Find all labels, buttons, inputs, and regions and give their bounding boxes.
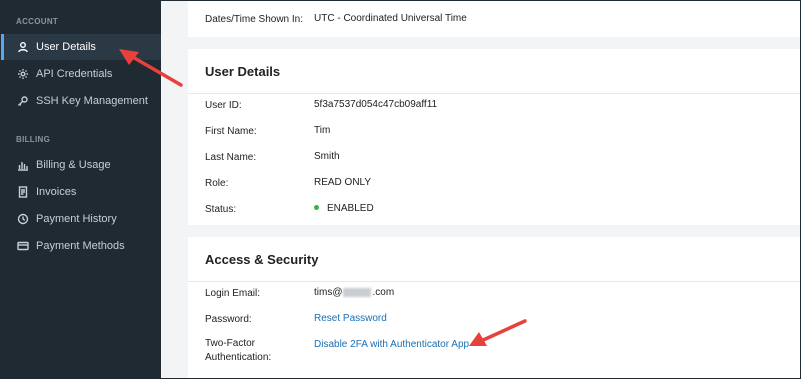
status-text: ENABLED <box>327 203 374 214</box>
sidebar-item-label: API Credentials <box>36 68 113 80</box>
first-name-label: First Name: <box>205 126 257 137</box>
sidebar-item-ssh-key-management[interactable]: SSH Key Management <box>1 88 161 114</box>
gear-icon <box>16 67 30 81</box>
sidebar-section-billing: BILLING <box>16 135 51 144</box>
two-factor-label: Two-Factor Authentication: <box>205 337 305 365</box>
user-details-heading: User Details <box>188 49 800 94</box>
access-security-card: Access & Security Login Email: tims@ .com… <box>188 237 800 378</box>
sidebar-item-label: Payment History <box>36 213 117 225</box>
sidebar-item-payment-history[interactable]: Payment History <box>1 206 161 232</box>
user-icon <box>16 40 30 54</box>
sidebar-item-invoices[interactable]: Invoices <box>1 179 161 205</box>
sidebar-item-billing-usage[interactable]: Billing & Usage <box>1 152 161 178</box>
dates-time-value: UTC - Coordinated Universal Time <box>314 13 467 24</box>
reset-password-link[interactable]: Reset Password <box>314 313 387 324</box>
sidebar-item-label: User Details <box>36 41 96 53</box>
sidebar-item-label: Payment Methods <box>36 240 125 252</box>
status-label: Status: <box>205 204 237 215</box>
annotation-arrow-user-details <box>119 49 183 87</box>
two-factor-label-line2: Authentication: <box>205 352 272 363</box>
status-value: ENABLED <box>314 203 374 214</box>
preferences-card: Dates/Time Shown In: UTC - Coordinated U… <box>188 1 800 37</box>
app-window: ACCOUNT User Details API Credentials SSH… <box>0 0 801 379</box>
bar-chart-icon <box>16 158 30 172</box>
disable-2fa-link[interactable]: Disable 2FA with Authenticator App <box>314 339 469 350</box>
annotation-arrow-2fa <box>469 319 527 346</box>
two-factor-label-line1: Two-Factor <box>205 338 256 349</box>
sidebar-section-account: ACCOUNT <box>16 17 59 26</box>
password-label: Password: <box>205 314 252 325</box>
login-email-suffix: .com <box>372 287 395 298</box>
redacted-email-domain <box>343 287 372 297</box>
key-icon <box>16 94 30 108</box>
access-security-heading: Access & Security <box>188 237 800 282</box>
role-label: Role: <box>205 178 229 189</box>
role-value: READ ONLY <box>314 177 372 188</box>
last-name-value: Smith <box>314 151 340 162</box>
login-email-prefix: tims@ <box>314 287 343 298</box>
dates-time-label: Dates/Time Shown In: <box>205 14 304 25</box>
sidebar-item-label: Billing & Usage <box>36 159 111 171</box>
user-details-card: User Details User ID: 5f3a7537d054c47cb0… <box>188 49 800 225</box>
sidebar-item-label: Invoices <box>36 186 77 198</box>
first-name-value: Tim <box>314 125 331 136</box>
user-id-value: 5f3a7537d054c47cb09aff11 <box>314 99 438 110</box>
credit-card-icon <box>16 239 30 253</box>
sidebar-item-payment-methods[interactable]: Payment Methods <box>1 233 161 259</box>
document-icon <box>16 185 30 199</box>
user-id-label: User ID: <box>205 100 242 111</box>
last-name-label: Last Name: <box>205 152 257 163</box>
login-email-value: tims@ .com <box>314 287 394 298</box>
status-dot-icon <box>314 204 319 210</box>
login-email-label: Login Email: <box>205 288 261 299</box>
history-icon <box>16 212 30 226</box>
sidebar-item-label: SSH Key Management <box>36 95 148 107</box>
